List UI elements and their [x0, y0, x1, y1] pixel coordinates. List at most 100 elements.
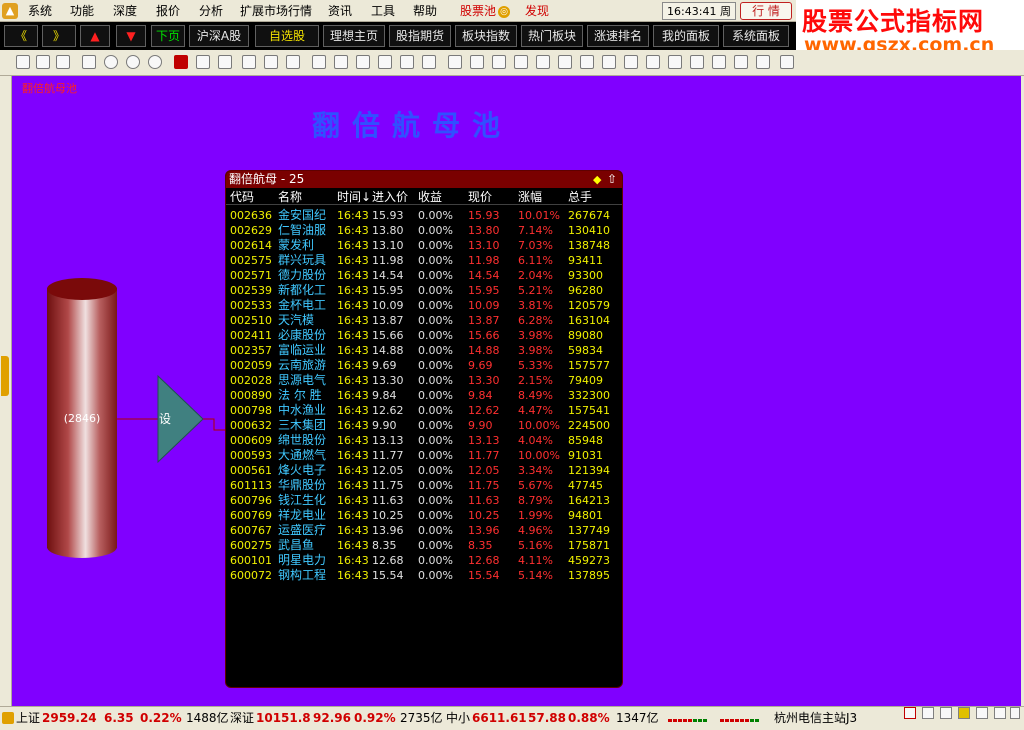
server-name[interactable]: 杭州电信主站J3 — [774, 707, 857, 729]
menu-news[interactable]: 资讯 — [328, 0, 352, 22]
ellipse-icon[interactable] — [378, 55, 392, 69]
align-center-icon[interactable] — [580, 55, 594, 69]
currency-icon[interactable] — [958, 707, 970, 719]
select-arrow-icon[interactable] — [174, 55, 188, 69]
tab-speed-rank[interactable]: 涨速排名 — [587, 25, 649, 47]
table-row[interactable]: 002533 金杯电工 16:43 10.09 0.00% 10.09 3.81% 12057… — [226, 298, 622, 313]
nav-back-button[interactable]: 《 — [4, 25, 38, 47]
fill-icon[interactable] — [514, 55, 528, 69]
arrow-line-icon[interactable] — [264, 55, 278, 69]
save-icon[interactable] — [56, 55, 70, 69]
delete-icon[interactable] — [82, 55, 96, 69]
table-row[interactable]: 002411 必康股份 16:43 15.66 0.00% 15.66 3.98% 89080 — [226, 328, 622, 343]
tab-system-panel[interactable]: 系统面板 — [723, 25, 789, 47]
table-row[interactable]: 002539 新都化工 16:43 15.95 0.00% 15.95 5.21% 96280 — [226, 283, 622, 298]
shape-circle-icon[interactable] — [196, 55, 210, 69]
table-row[interactable]: 000890 法 尔 胜 16:43 9.84 0.00% 9.84 8.49% 332300 — [226, 388, 622, 403]
menu-tools[interactable]: 工具 — [371, 0, 395, 22]
menu-analysis[interactable]: 分析 — [199, 0, 223, 22]
tab-index-futures[interactable]: 股指期货 — [389, 25, 451, 47]
app-icon[interactable]: ▲ — [2, 3, 18, 19]
table-row[interactable]: 002571 德力股份 16:43 14.54 0.00% 14.54 2.04% 93300 — [226, 268, 622, 283]
table-row[interactable]: 000609 绵世股份 16:43 13.13 0.00% 13.13 4.04% 85948 — [226, 433, 622, 448]
stock-pool-cylinder[interactable]: (2846) — [47, 278, 117, 558]
design-canvas[interactable]: 翻倍航母池 翻倍航母池 (2846) 设 翻倍航母 - 25 ◆ ⇧ 代码 名称… — [12, 76, 1021, 706]
align-bottom-icon[interactable] — [668, 55, 682, 69]
col-price[interactable]: 现价 — [468, 188, 492, 205]
table-row[interactable]: 600769 祥龙电业 16:43 10.25 0.00% 10.25 1.99% 94801 — [226, 508, 622, 523]
new-icon[interactable] — [16, 55, 30, 69]
line-icon[interactable] — [334, 55, 348, 69]
table-row[interactable]: 002629 仁智油服 16:43 13.80 0.00% 13.80 7.14% 13041… — [226, 223, 622, 238]
pin-icon[interactable]: ◆ — [593, 171, 601, 188]
table-row[interactable]: 002028 思源电气 16:43 13.30 0.00% 13.30 2.15% 79409 — [226, 373, 622, 388]
tab-sector-index[interactable]: 板块指数 — [455, 25, 517, 47]
col-time[interactable]: 时间↓ — [337, 188, 371, 205]
table-row[interactable]: 000632 三木集团 16:43 9.90 0.00% 9.90 10.00% 224500 — [226, 418, 622, 433]
table-row[interactable]: 600767 运盛医疗 16:43 13.96 0.00% 13.96 4.96% 13774… — [226, 523, 622, 538]
tab-sh-sz-a[interactable]: 沪深A股 — [189, 25, 249, 47]
tab-ideal-home[interactable]: 理想主页 — [323, 25, 385, 47]
refresh-icon[interactable] — [904, 707, 916, 719]
market-icon[interactable] — [2, 712, 14, 724]
trash-icon[interactable] — [492, 55, 506, 69]
table-row[interactable]: 002357 富临运业 16:43 14.88 0.00% 14.88 3.98% 59834 — [226, 343, 622, 358]
open-icon[interactable] — [36, 55, 50, 69]
copy-icon[interactable] — [448, 55, 462, 69]
table-row[interactable]: 600796 钱江生化 16:43 11.63 0.00% 11.63 8.79% 16421… — [226, 493, 622, 508]
same-width-icon[interactable] — [734, 55, 748, 69]
table-row[interactable]: 002510 天汽模 16:43 13.87 0.00% 13.87 6.28% 163104 — [226, 313, 622, 328]
same-height-icon[interactable] — [756, 55, 770, 69]
align-left-icon[interactable] — [558, 55, 572, 69]
quote-button[interactable]: 行 情 — [740, 2, 792, 20]
nav-down-button[interactable]: ▼ — [116, 25, 146, 47]
group-icon[interactable] — [780, 55, 794, 69]
collapse-icon[interactable] — [1, 356, 9, 396]
distribute-h-icon[interactable] — [690, 55, 704, 69]
col-name[interactable]: 名称 — [278, 188, 302, 205]
line-style-icon[interactable] — [536, 55, 550, 69]
nav-forward-button[interactable]: 》 — [42, 25, 76, 47]
layout-icon[interactable] — [940, 707, 952, 719]
menu-system[interactable]: 系统 — [28, 0, 52, 22]
shape-play-icon[interactable] — [242, 55, 256, 69]
stop-icon[interactable] — [148, 55, 162, 69]
scroll-up-icon[interactable] — [994, 707, 1006, 719]
play-icon[interactable] — [104, 55, 118, 69]
table-row[interactable]: 000561 烽火电子 16:43 12.05 0.00% 12.05 3.34% 12139… — [226, 463, 622, 478]
menu-discover[interactable]: 发现 — [525, 0, 549, 22]
rounded-rect-icon[interactable] — [400, 55, 414, 69]
tab-watchlist[interactable]: 自选股 — [255, 25, 319, 47]
up-arrow-icon[interactable]: ⇧ — [607, 171, 617, 188]
menu-more-icon[interactable] — [1010, 707, 1020, 719]
align-top-icon[interactable] — [624, 55, 638, 69]
signal-icon[interactable] — [976, 707, 988, 719]
menu-depth[interactable]: 深度 — [113, 0, 137, 22]
paste-icon[interactable] — [470, 55, 484, 69]
col-entry-price[interactable]: 进入价 — [372, 188, 408, 205]
table-row[interactable]: 000593 大通燃气 16:43 11.77 0.00% 11.77 10.00% 9103… — [226, 448, 622, 463]
table-row[interactable]: 601113 华鼎股份 16:43 11.75 0.00% 11.75 5.67% 47745 — [226, 478, 622, 493]
table-row[interactable]: 002614 蒙发利 16:43 13.10 0.00% 13.10 7.03% 138748 — [226, 238, 622, 253]
menu-extended-market[interactable]: 扩展市场行情 — [240, 0, 312, 22]
window-icon[interactable] — [922, 707, 934, 719]
table-row[interactable]: 600072 钢构工程 16:43 15.54 0.00% 15.54 5.14% 13789… — [226, 568, 622, 583]
col-return[interactable]: 收益 — [418, 188, 442, 205]
align-right-icon[interactable] — [602, 55, 616, 69]
rect-icon[interactable] — [356, 55, 370, 69]
col-code[interactable]: 代码 — [230, 188, 254, 205]
table-row[interactable]: 002636 金安国纪 16:43 15.93 0.00% 15.93 10.01% 2676… — [226, 208, 622, 223]
menu-help[interactable]: 帮助 — [413, 0, 437, 22]
menu-quote[interactable]: 报价 — [156, 0, 180, 22]
menu-stock-pool[interactable]: 股票池 ◎ — [460, 0, 511, 22]
diamond-icon[interactable] — [422, 55, 436, 69]
align-middle-icon[interactable] — [646, 55, 660, 69]
connector-icon[interactable] — [286, 55, 300, 69]
filter-label[interactable]: 设 — [159, 410, 171, 427]
table-row[interactable]: 600275 武昌鱼 16:43 8.35 0.00% 8.35 5.16% 175871 — [226, 538, 622, 553]
tab-my-panel[interactable]: 我的面板 — [653, 25, 719, 47]
nav-next-page-button[interactable]: 下页 — [151, 25, 185, 47]
table-row[interactable]: 002575 群兴玩具 16:43 11.98 0.00% 11.98 6.11% 93411 — [226, 253, 622, 268]
table-row[interactable]: 000798 中水渔业 16:43 12.62 0.00% 12.62 4.47% 15754… — [226, 403, 622, 418]
tab-hot-sectors[interactable]: 热门板块 — [521, 25, 583, 47]
